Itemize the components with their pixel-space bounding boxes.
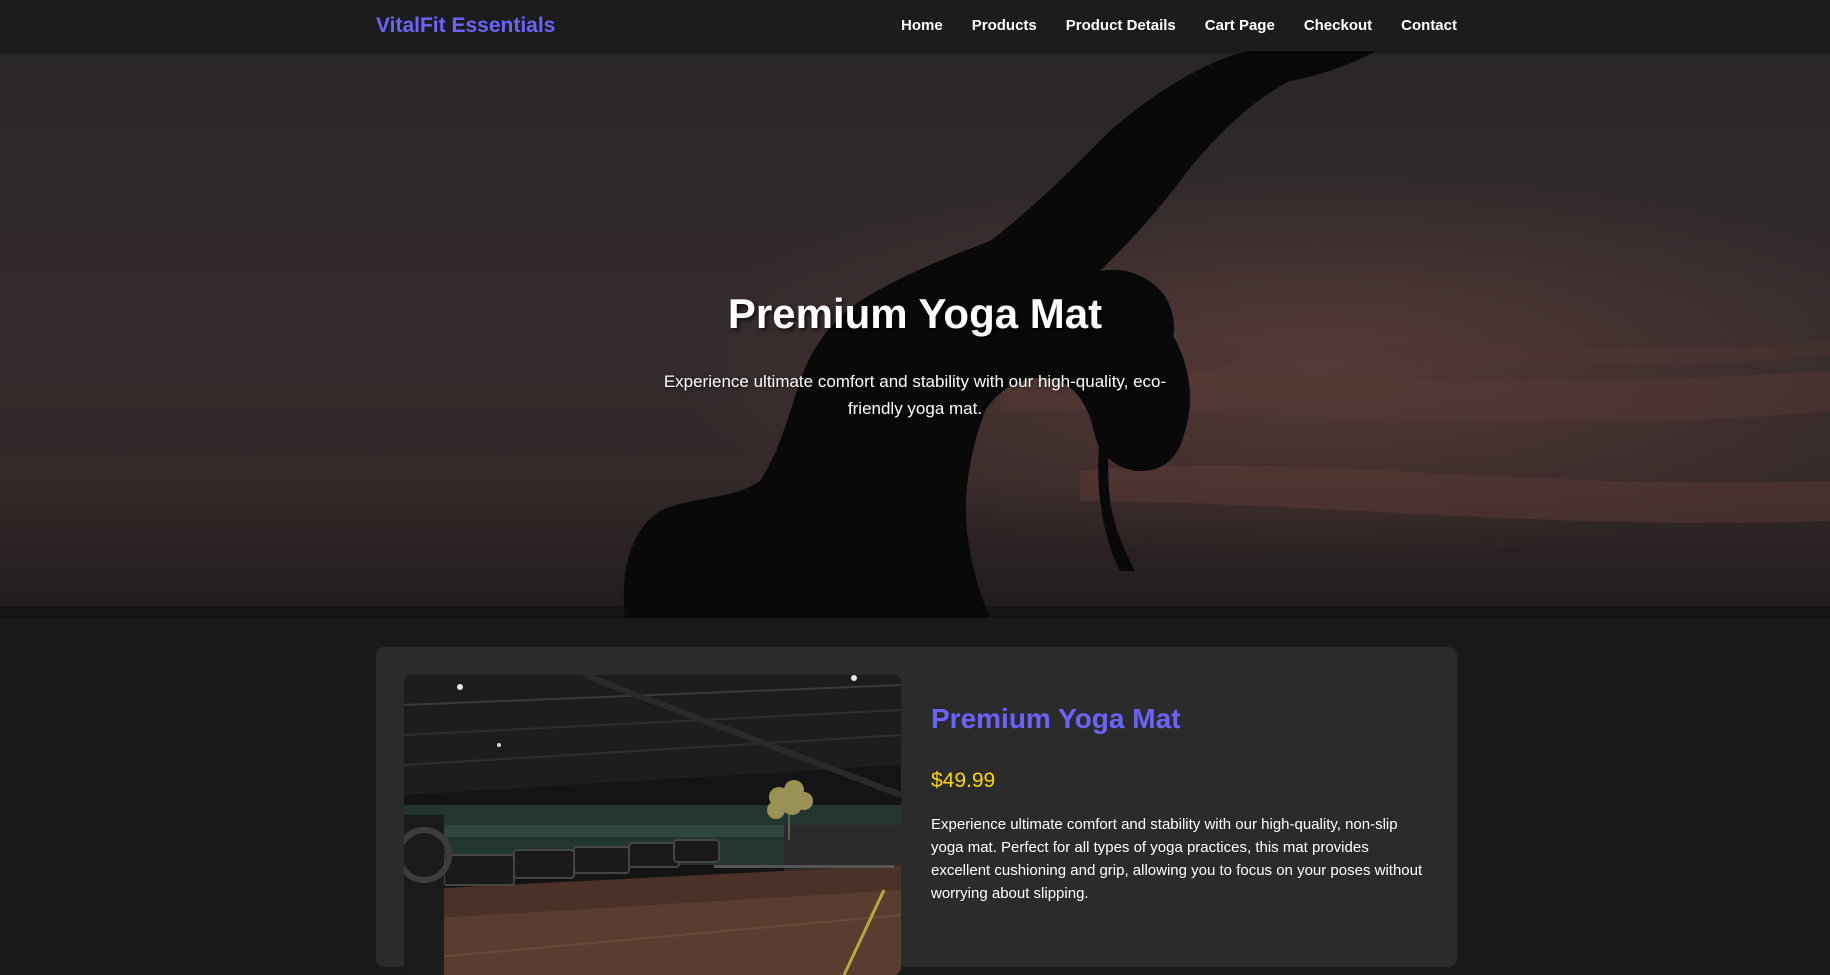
gym-interior-image bbox=[404, 675, 901, 975]
navbar: VitalFit Essentials Home Products Produc… bbox=[0, 0, 1830, 51]
nav-link-product-details[interactable]: Product Details bbox=[1066, 17, 1176, 34]
nav-link-products[interactable]: Products bbox=[972, 17, 1037, 34]
hero-title: Premium Yoga Mat bbox=[727, 290, 1103, 337]
nav-link-contact[interactable]: Contact bbox=[1401, 17, 1457, 34]
brand-logo[interactable]: VitalFit Essentials bbox=[376, 14, 555, 38]
hero-subtitle: Experience ultimate comfort and stabilit… bbox=[663, 372, 1167, 418]
nav-links: Home Products Product Details Cart Page … bbox=[901, 17, 1457, 34]
nav-link-checkout[interactable]: Checkout bbox=[1304, 17, 1372, 34]
product-card: Premium Yoga Mat $49.99 Experience ultim… bbox=[376, 647, 1457, 975]
hero-content: Premium Yoga Mat Experience ultimate com… bbox=[0, 290, 1830, 422]
navbar-inner: VitalFit Essentials Home Products Produc… bbox=[376, 0, 1457, 51]
hero-section: Premium Yoga Mat Experience ultimate com… bbox=[0, 51, 1830, 618]
nav-link-cart-page[interactable]: Cart Page bbox=[1205, 17, 1275, 34]
product-description: Experience ultimate comfort and stabilit… bbox=[931, 816, 1423, 902]
product-price: $49.99 bbox=[931, 769, 996, 792]
product-info: Premium Yoga Mat $49.99 Experience ultim… bbox=[931, 703, 1431, 905]
product-title: Premium Yoga Mat bbox=[931, 703, 1181, 734]
nav-link-home[interactable]: Home bbox=[901, 17, 943, 34]
product-image bbox=[404, 675, 901, 975]
